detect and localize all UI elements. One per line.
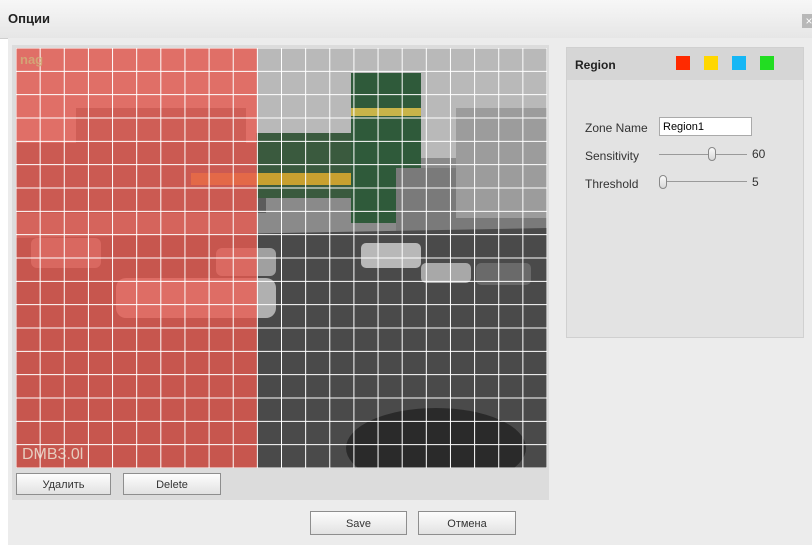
threshold-label: Threshold bbox=[585, 177, 639, 191]
delete-button[interactable]: Delete bbox=[123, 473, 221, 495]
region-header: Region bbox=[567, 48, 803, 80]
sensitivity-value: 60 bbox=[752, 147, 766, 161]
sensitivity-label: Sensitivity bbox=[585, 149, 640, 163]
cancel-button[interactable]: Отмена bbox=[418, 511, 516, 535]
threshold-slider[interactable] bbox=[659, 181, 747, 182]
osd-label: DMB3.0l bbox=[22, 446, 84, 463]
motion-grid[interactable] bbox=[16, 48, 547, 468]
swatch-cyan[interactable] bbox=[732, 56, 746, 70]
threshold-slider-thumb[interactable] bbox=[659, 175, 668, 189]
close-icon[interactable]: × bbox=[802, 14, 812, 28]
threshold-value: 5 bbox=[752, 175, 759, 189]
region-panel: Region Zone Name Sensitivity 60 Threshol… bbox=[566, 47, 804, 338]
clear-button[interactable]: Удалить bbox=[16, 473, 111, 495]
sensitivity-slider[interactable] bbox=[659, 154, 747, 155]
swatch-green[interactable] bbox=[760, 56, 774, 70]
sensitivity-slider-thumb[interactable] bbox=[707, 147, 716, 161]
title-bar: Опции × bbox=[0, 0, 812, 39]
window-title: Опции bbox=[8, 11, 50, 26]
zone-name-input[interactable] bbox=[659, 117, 752, 136]
region-title: Region bbox=[575, 58, 616, 72]
osd-logo: nag bbox=[20, 52, 44, 67]
swatch-yellow[interactable] bbox=[704, 56, 718, 70]
video-preview[interactable]: nag DMB3.0l bbox=[16, 48, 547, 468]
swatch-red[interactable] bbox=[676, 56, 690, 70]
save-button[interactable]: Save bbox=[310, 511, 407, 535]
zone-name-label: Zone Name bbox=[585, 121, 648, 135]
